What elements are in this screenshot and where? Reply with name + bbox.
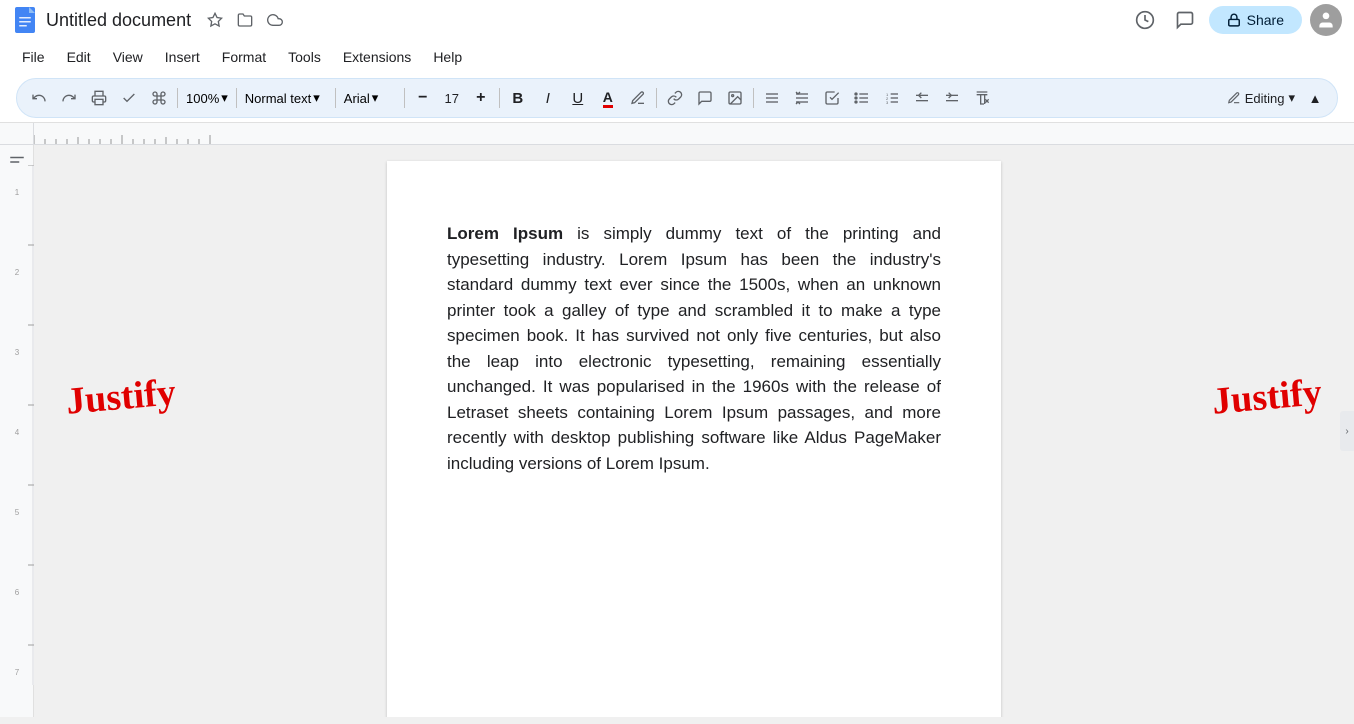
star-icon[interactable]: [203, 8, 227, 32]
font-value: Arial: [344, 91, 370, 106]
numbered-list-button[interactable]: 123: [878, 84, 906, 112]
zoom-chevron: ▾: [221, 90, 228, 106]
indent-increase-button[interactable]: [938, 84, 966, 112]
folder-icon[interactable]: [233, 8, 257, 32]
text-color-button[interactable]: A: [594, 84, 622, 112]
left-sidebar: 1 2 3 4 5 6 7: [0, 145, 34, 717]
link-button[interactable]: [661, 84, 689, 112]
svg-text:3: 3: [886, 100, 889, 105]
zoom-selector[interactable]: 100% ▾: [182, 84, 232, 112]
editing-selector[interactable]: Editing ▾: [1223, 84, 1299, 112]
menu-bar: File Edit View Insert Format Tools Exten…: [0, 40, 1354, 74]
font-size-area: − +: [409, 84, 495, 112]
menu-format[interactable]: Format: [212, 45, 276, 69]
comment-toolbar-button[interactable]: [691, 84, 719, 112]
document-content[interactable]: Lorem Ipsum is simply dummy text of the …: [447, 221, 941, 476]
menu-tools[interactable]: Tools: [278, 45, 331, 69]
font-selector[interactable]: Arial ▾: [340, 84, 400, 112]
print-button[interactable]: [85, 84, 113, 112]
bold-button[interactable]: B: [504, 84, 532, 112]
font-size-input[interactable]: [438, 91, 466, 106]
font-size-increase[interactable]: +: [467, 84, 495, 112]
highlight-button[interactable]: [624, 84, 652, 112]
menu-edit[interactable]: Edit: [57, 45, 101, 69]
svg-text:5: 5: [15, 508, 20, 517]
svg-text:4: 4: [15, 428, 20, 437]
share-button[interactable]: Share: [1209, 6, 1302, 34]
menu-insert[interactable]: Insert: [155, 45, 210, 69]
divider-7: [753, 88, 754, 108]
annotation-left: Justify: [64, 370, 177, 423]
menu-file[interactable]: File: [12, 45, 55, 69]
style-selector[interactable]: Normal text ▾: [241, 84, 331, 112]
underline-button[interactable]: U: [564, 84, 592, 112]
annotation-right: Justify: [1210, 370, 1323, 423]
cloud-icon[interactable]: [263, 8, 287, 32]
divider-1: [177, 88, 178, 108]
comment-icon[interactable]: [1169, 4, 1201, 36]
menu-view[interactable]: View: [103, 45, 153, 69]
share-label: Share: [1247, 12, 1284, 28]
svg-text:3: 3: [15, 348, 20, 357]
content-body: is simply dummy text of the printing and…: [447, 224, 941, 473]
bullet-list-button[interactable]: [848, 84, 876, 112]
paint-format-button[interactable]: [145, 84, 173, 112]
editing-chevron: ▾: [1288, 90, 1295, 106]
italic-button[interactable]: I: [534, 84, 562, 112]
divider-4: [404, 88, 405, 108]
ruler-left-side: [0, 123, 34, 144]
menu-help[interactable]: Help: [423, 45, 472, 69]
divider-3: [335, 88, 336, 108]
history-icon[interactable]: [1129, 4, 1161, 36]
document-title[interactable]: Untitled document: [46, 10, 191, 31]
font-size-decrease[interactable]: −: [409, 84, 437, 112]
document-page[interactable]: Lorem Ipsum is simply dummy text of the …: [387, 161, 1001, 717]
align-button[interactable]: [758, 84, 786, 112]
redo-button[interactable]: [55, 84, 83, 112]
editing-label: Editing: [1245, 91, 1285, 106]
image-button[interactable]: [721, 84, 749, 112]
divider-5: [499, 88, 500, 108]
checklist-button[interactable]: [818, 84, 846, 112]
font-chevron: ▾: [372, 90, 379, 106]
svg-text:6: 6: [15, 588, 20, 597]
content-bold: Lorem Ipsum: [447, 224, 563, 243]
undo-button[interactable]: [25, 84, 53, 112]
zoom-value: 100%: [186, 91, 219, 106]
user-avatar[interactable]: [1310, 4, 1342, 36]
line-spacing-button[interactable]: [788, 84, 816, 112]
svg-text:2: 2: [15, 268, 20, 277]
svg-text:7: 7: [15, 668, 20, 677]
divider-6: [656, 88, 657, 108]
toolbar: 100% ▾ Normal text ▾ Arial ▾ − + B I U A: [16, 78, 1338, 118]
indent-decrease-button[interactable]: [908, 84, 936, 112]
content-area[interactable]: Justify Justify Lorem Ipsum is simply du…: [34, 145, 1354, 717]
ruler-main: [34, 123, 1354, 144]
clear-format-button[interactable]: [968, 84, 996, 112]
divider-2: [236, 88, 237, 108]
style-chevron: ▾: [313, 90, 320, 106]
toolbar-collapse-button[interactable]: ▲: [1301, 84, 1329, 112]
style-value: Normal text: [245, 91, 311, 106]
doc-icon: [12, 5, 38, 35]
spellcheck-button[interactable]: [115, 84, 143, 112]
menu-extensions[interactable]: Extensions: [333, 45, 421, 69]
svg-text:1: 1: [15, 188, 20, 197]
ruler-container: [0, 123, 1354, 145]
right-panel-toggle[interactable]: ›: [1340, 411, 1354, 451]
